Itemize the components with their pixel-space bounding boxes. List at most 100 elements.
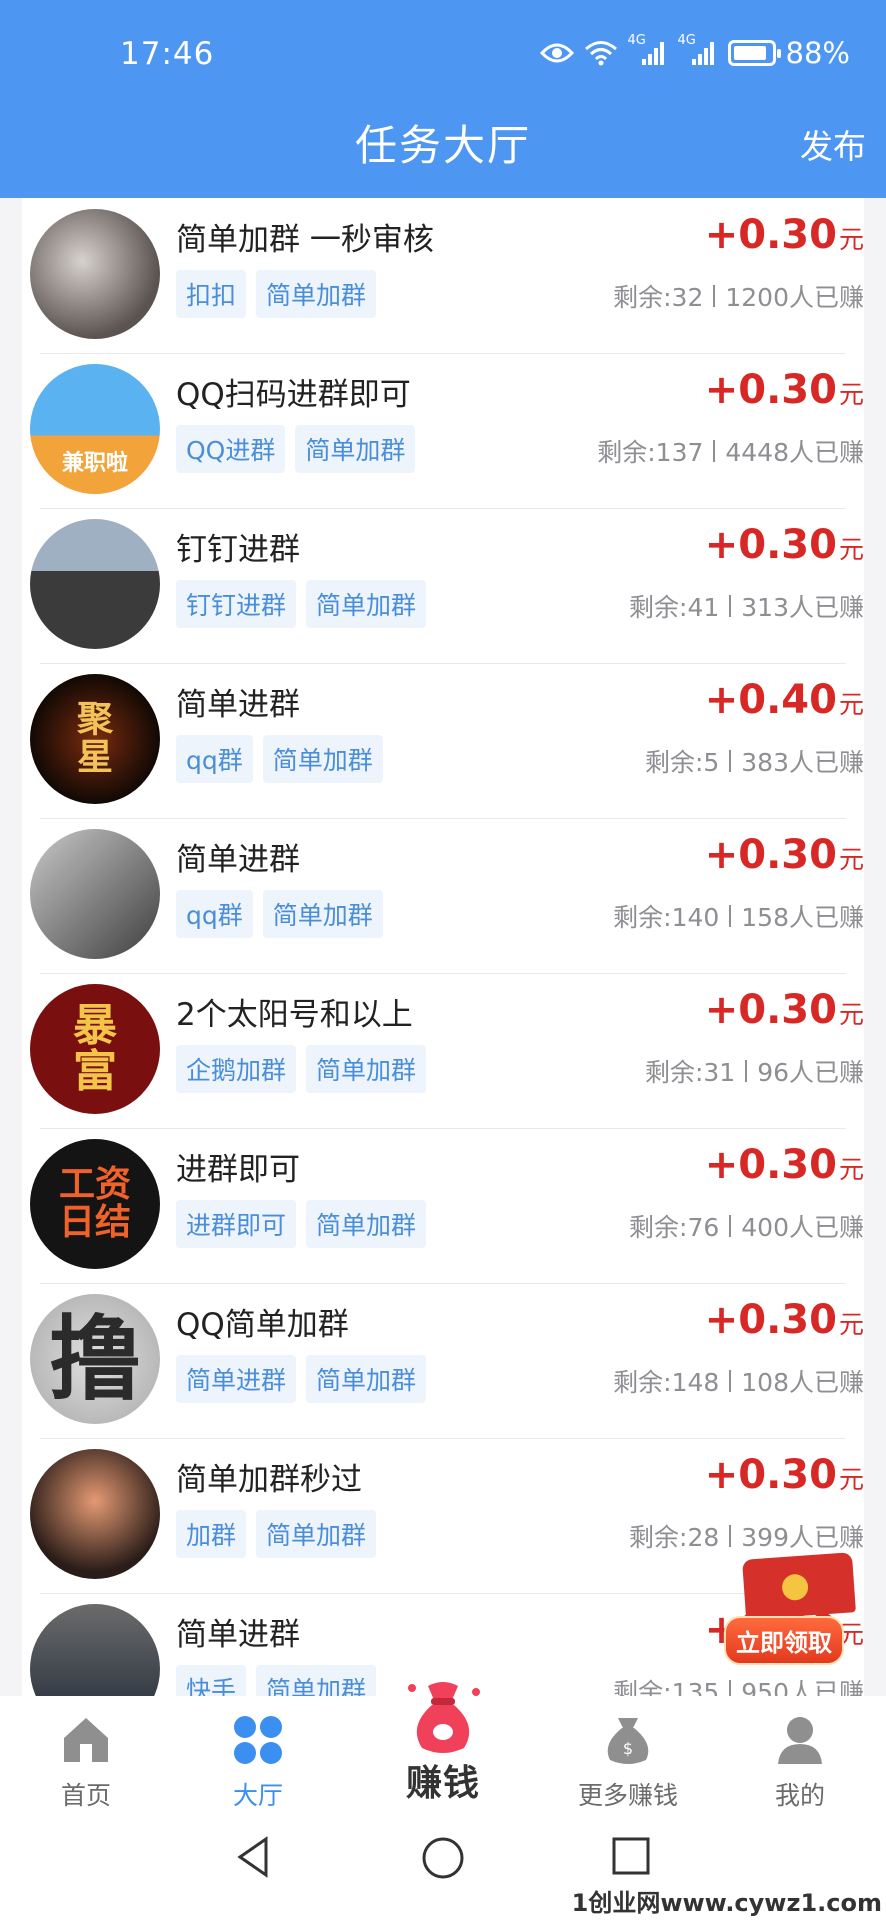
- task-title: 钉钉进群: [176, 532, 300, 568]
- task-title: QQ简单加群: [176, 1307, 349, 1343]
- task-title: QQ扫码进群即可: [176, 377, 411, 413]
- task-tag: qq群: [176, 890, 253, 938]
- reward-amount: +0.30: [704, 212, 837, 258]
- task-tag: 企鹅加群: [176, 1045, 297, 1093]
- task-earned-count: 4448人已赚: [725, 438, 864, 467]
- tab-home[interactable]: 首页: [6, 1696, 166, 1811]
- tab-earn[interactable]: 赚钱: [363, 1682, 523, 1811]
- task-tags: 快手 简单加群: [176, 1665, 377, 1696]
- tab-hall[interactable]: 大厅: [178, 1696, 338, 1811]
- task-avatar: 暴富: [30, 984, 160, 1114]
- battery-level: [733, 46, 766, 60]
- task-meta: 剩余:32 1200人已赚: [613, 278, 864, 314]
- tab-earn-label: 赚钱: [405, 1763, 480, 1804]
- task-item[interactable]: 暴富 2个太阳号和以上 企鹅加群 简单加群 +0.30元 剩余:31 96人已赚: [22, 973, 864, 1128]
- task-remaining: 剩余:28: [629, 1523, 720, 1552]
- signal-icon: 4G: [628, 33, 668, 67]
- task-remaining: 剩余:31: [644, 1058, 736, 1087]
- reward-unit: 元: [838, 1000, 864, 1029]
- task-item[interactable]: 聚星 简单进群 qq群 简单加群 +0.40元 剩余:5 383人已赚: [22, 663, 864, 818]
- avatar-text: 兼职啦: [61, 450, 128, 477]
- task-meta: 剩余:31 96人已赚: [645, 1053, 864, 1089]
- publish-button[interactable]: 发布: [800, 120, 866, 168]
- task-tags: 钉钉进群 简单加群: [176, 580, 427, 628]
- task-reward: +0.30元: [705, 832, 864, 878]
- task-remaining: 剩余:76: [629, 1213, 720, 1242]
- task-earned-count: 400人已赚: [741, 1213, 864, 1242]
- task-tag: 简单加群: [256, 1510, 377, 1558]
- recents-icon[interactable]: [610, 1835, 652, 1881]
- task-title: 简单进群: [176, 1617, 300, 1653]
- task-avatar: [30, 209, 160, 339]
- task-earned-count: 158人已赚: [741, 903, 864, 932]
- task-earned-count: 108人已赚: [741, 1368, 864, 1397]
- task-title: 简单进群: [176, 842, 300, 878]
- meta-divider: [729, 1215, 732, 1237]
- page-title: 任务大厅: [354, 121, 531, 170]
- reward-unit: 元: [838, 1310, 864, 1339]
- watermark: 1创业网www.cywz1.com: [571, 1889, 882, 1917]
- home-circle-icon[interactable]: [420, 1835, 466, 1885]
- battery-icon: [727, 40, 781, 66]
- task-tags: 扣扣 简单加群: [176, 270, 377, 318]
- reward-unit: 元: [838, 225, 864, 254]
- reward-amount: +0.30: [704, 367, 837, 413]
- task-remaining: 剩余:137: [597, 438, 704, 467]
- task-item[interactable]: 撸 QQ简单加群 简单进群 简单加群 +0.30元 剩余:148 108人已赚: [22, 1283, 864, 1438]
- task-tag: QQ进群: [176, 425, 286, 473]
- meta-divider: [729, 905, 732, 927]
- task-item[interactable]: 钉钉进群 钉钉进群 简单加群 +0.30元 剩余:41 313人已赚: [22, 508, 864, 663]
- task-avatar: [30, 519, 160, 649]
- reward-unit: 元: [838, 690, 864, 719]
- task-title: 简单进群: [176, 687, 300, 723]
- task-avatar: [30, 1449, 160, 1579]
- back-icon[interactable]: [232, 1835, 276, 1883]
- tab-more-earn[interactable]: $ 更多赚钱: [548, 1696, 708, 1811]
- task-tag: 进群即可: [176, 1200, 297, 1248]
- meta-divider: [713, 285, 716, 307]
- task-item[interactable]: 兼职啦 QQ扫码进群即可 QQ进群 简单加群 +0.30元 剩余:137 4448人已赚: [22, 353, 864, 508]
- task-meta: 剩余:148 108人已赚: [613, 1363, 864, 1399]
- avatar-text: 暴富: [73, 999, 117, 1097]
- avatar-text: 聚星: [76, 698, 113, 778]
- task-tags: 企鹅加群 简单加群: [176, 1045, 427, 1093]
- battery-percent: 88%: [785, 36, 850, 70]
- task-reward: +0.30元: [705, 1297, 864, 1343]
- tab-mine[interactable]: 我的: [720, 1696, 880, 1811]
- reward-unit: 元: [838, 535, 864, 564]
- meta-divider: [729, 595, 732, 617]
- reward-amount: +0.30: [704, 1297, 837, 1343]
- reward-amount: +0.30: [704, 1452, 837, 1498]
- signal-icon-2: 4G: [678, 33, 718, 67]
- status-bar: 17:46 4G 4G 88%: [0, 0, 886, 110]
- task-meta: 剩余:28 399人已赚: [629, 1518, 864, 1554]
- task-tag: 简单进群: [176, 1355, 297, 1403]
- task-avatar: 聚星: [30, 674, 160, 804]
- task-tag: 简单加群: [306, 580, 427, 628]
- coin-bag-icon: $: [600, 1714, 656, 1770]
- task-remaining: 剩余:32: [613, 283, 704, 312]
- task-list[interactable]: 简单加群 一秒审核 扣扣 简单加群 +0.30元 剩余:32 1200人已赚 兼职啦 QQ扫码…: [22, 198, 864, 1696]
- task-tag: 钉钉进群: [176, 580, 297, 628]
- claim-now-label: 立即领取: [724, 1616, 844, 1665]
- task-title: 简单加群 一秒审核: [176, 222, 434, 258]
- task-title: 2个太阳号和以上: [176, 997, 413, 1033]
- task-tags: qq群 简单加群: [176, 890, 383, 938]
- task-tag: 简单加群: [262, 890, 383, 938]
- tab-mine-label: 我的: [774, 1781, 825, 1810]
- task-item[interactable]: 简单加群 一秒审核扣扣 简单加群 +0.30元剩余:32 1200人已赚: [22, 198, 864, 353]
- meta-divider: [729, 1370, 732, 1392]
- task-reward: +0.40元: [705, 677, 864, 723]
- claim-now-button[interactable]: 立即领取: [724, 1552, 864, 1665]
- wifi-icon: [584, 40, 618, 66]
- task-tag: 加群: [176, 1510, 247, 1558]
- home-icon: [60, 1714, 112, 1768]
- task-reward: +0.30元: [705, 1142, 864, 1188]
- task-item[interactable]: 简单进群 qq群 简单加群 +0.30元 剩余:140 158人已赚: [22, 818, 864, 973]
- task-tag: 简单加群: [256, 270, 377, 318]
- bottom-tab-bar: 首页 大厅 赚钱 $ 更多赚钱 我的: [0, 1682, 886, 1811]
- task-meta: 剩余:137 4448人已赚: [597, 433, 864, 469]
- meta-divider: [745, 1060, 748, 1082]
- task-item[interactable]: 工资日结 进群即可 进群即可 简单加群 +0.30元 剩余:76 400人已赚: [22, 1128, 864, 1283]
- task-reward: +0.30元: [705, 212, 864, 258]
